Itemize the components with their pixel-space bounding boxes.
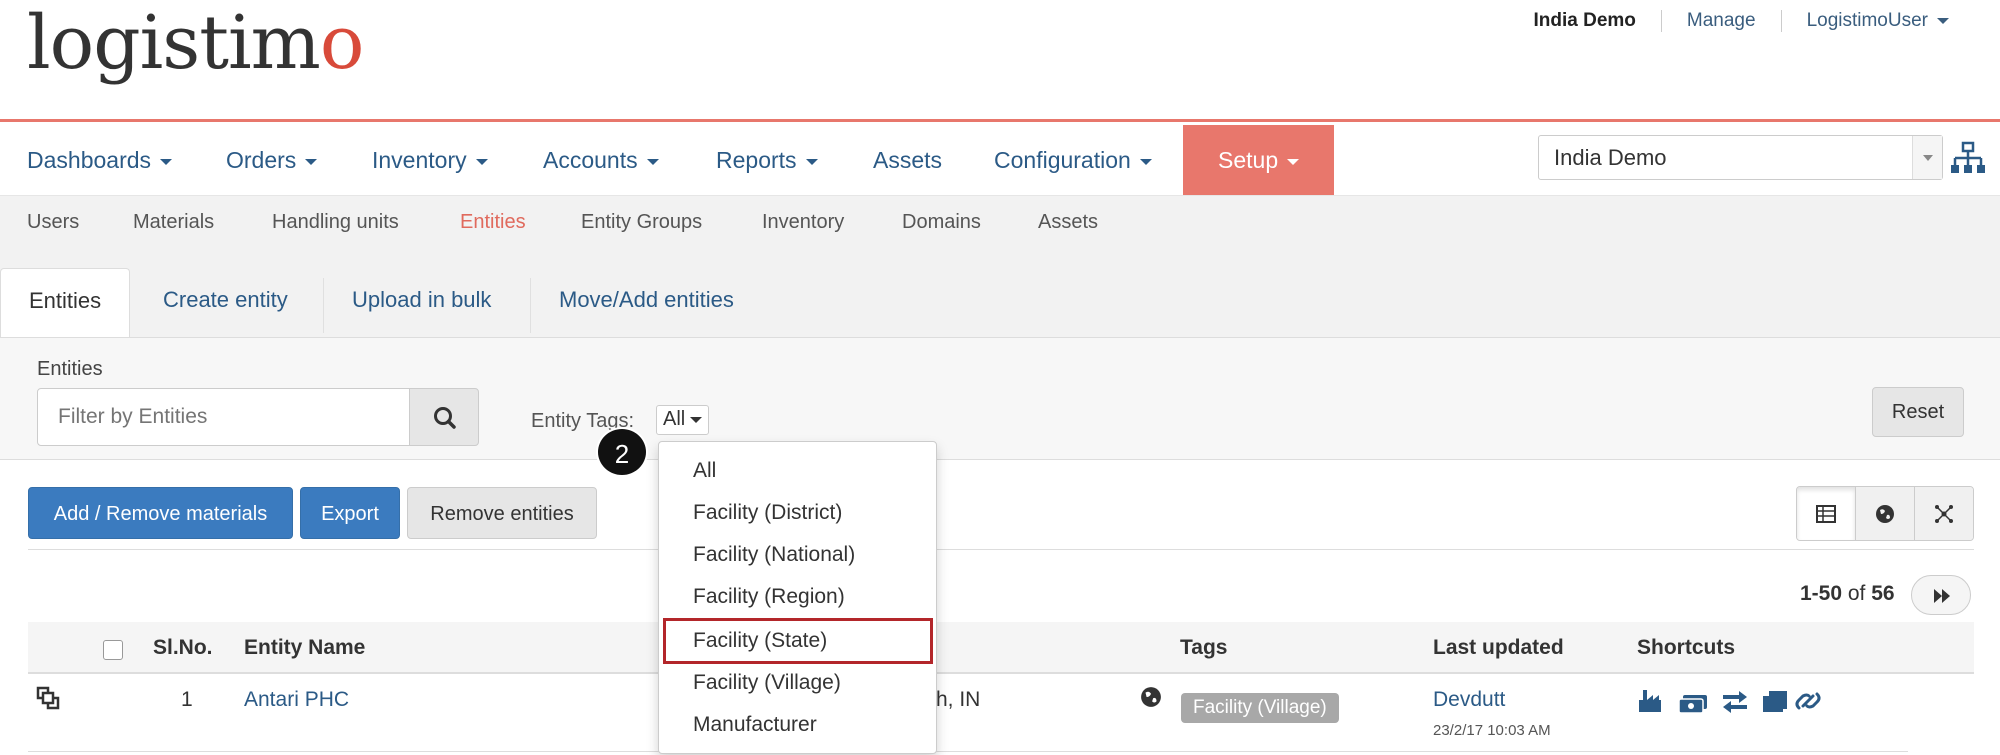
manage-link[interactable]: Manage bbox=[1660, 10, 1781, 32]
chevron-down-icon bbox=[305, 158, 318, 165]
tab-entities[interactable]: Entities bbox=[0, 268, 131, 338]
user-menu[interactable]: LogistimoUser bbox=[1780, 10, 1974, 32]
globe-icon[interactable] bbox=[1140, 686, 1162, 708]
filter-panel: Entities Entity Tags: All Reset bbox=[0, 337, 2000, 460]
nav-assets[interactable]: Assets bbox=[873, 125, 942, 195]
menu-item-facility-region[interactable]: Facility (Region) bbox=[659, 576, 936, 618]
factory-icon[interactable] bbox=[1639, 690, 1661, 712]
relationships-icon[interactable] bbox=[36, 686, 62, 712]
money-icon[interactable] bbox=[1678, 695, 1707, 714]
nav-inventory[interactable]: Inventory bbox=[372, 125, 488, 195]
next-page-button[interactable] bbox=[1911, 575, 1971, 615]
filter-label: Entities bbox=[37, 358, 103, 380]
reset-button[interactable]: Reset bbox=[1872, 387, 1964, 437]
tabs-bar: Entities Create entity Upload in bulk Mo… bbox=[0, 248, 2000, 338]
network-icon bbox=[1935, 504, 1953, 523]
subnav-handling-units[interactable]: Handling units bbox=[272, 196, 399, 249]
subnav-entities[interactable]: Entities bbox=[460, 196, 526, 249]
chevron-down-icon bbox=[1139, 158, 1152, 165]
chevron-down-icon bbox=[1937, 17, 1949, 24]
tab-upload-bulk[interactable]: Upload in bulk bbox=[352, 268, 491, 338]
subnav-materials[interactable]: Materials bbox=[133, 196, 214, 249]
menu-item-facility-village[interactable]: Facility (Village) bbox=[659, 662, 936, 704]
chevron-down-icon bbox=[690, 416, 703, 423]
fast-forward-icon bbox=[1934, 589, 1950, 603]
nav-orders[interactable]: Orders bbox=[226, 125, 318, 195]
entity-tags-menu: All Facility (District) Facility (Nation… bbox=[658, 441, 937, 754]
map-view-button[interactable] bbox=[1855, 487, 1914, 540]
entity-location: h, IN bbox=[936, 688, 981, 711]
remove-entities-button[interactable]: Remove entities bbox=[407, 487, 597, 539]
nav-configuration[interactable]: Configuration bbox=[994, 125, 1152, 195]
step-number-badge: 2 bbox=[596, 427, 648, 477]
subnav-domains[interactable]: Domains bbox=[902, 196, 981, 249]
entity-filter-input[interactable] bbox=[37, 388, 410, 446]
menu-item-facility-national[interactable]: Facility (National) bbox=[659, 534, 936, 576]
search-button[interactable] bbox=[409, 388, 479, 446]
col-entity-name[interactable]: Entity Name bbox=[244, 622, 365, 674]
shortcut-icons bbox=[1639, 690, 1821, 714]
nav-setup[interactable]: Setup bbox=[1183, 125, 1335, 195]
chevron-down-icon bbox=[160, 158, 173, 165]
globe-icon bbox=[1876, 504, 1894, 523]
chevron-down-icon bbox=[646, 158, 659, 165]
menu-item-manufacturer[interactable]: Manufacturer bbox=[659, 704, 936, 746]
link-icon[interactable] bbox=[1795, 692, 1821, 710]
search-icon bbox=[434, 407, 456, 429]
top-links: India Demo Manage LogistimoUser bbox=[1508, 10, 1974, 32]
sub-nav: Users Materials Handling units Entities … bbox=[0, 195, 2000, 248]
subnav-entity-groups[interactable]: Entity Groups bbox=[581, 196, 702, 249]
nav-reports[interactable]: Reports bbox=[716, 125, 818, 195]
tab-divider bbox=[530, 278, 531, 333]
col-sl-no: Sl.No. bbox=[153, 636, 213, 659]
select-all-checkbox[interactable] bbox=[103, 640, 123, 660]
nav-accounts[interactable]: Accounts bbox=[543, 125, 659, 195]
stock-icon[interactable] bbox=[1763, 691, 1787, 712]
table-view-button[interactable] bbox=[1797, 487, 1855, 540]
updated-by-link[interactable]: Devdutt bbox=[1433, 688, 1505, 712]
updated-at: 23/2/17 10:03 AM bbox=[1433, 722, 1551, 739]
export-button[interactable]: Export bbox=[300, 487, 400, 539]
hierarchy-icon[interactable] bbox=[1950, 140, 1986, 176]
chevron-down-icon bbox=[805, 158, 818, 165]
menu-item-facility-district[interactable]: Facility (District) bbox=[659, 492, 936, 534]
entity-tag-badge: Facility (Village) bbox=[1181, 693, 1339, 723]
subnav-assets[interactable]: Assets bbox=[1038, 196, 1098, 249]
logo: logistimo bbox=[27, 0, 364, 86]
select-arrow-icon bbox=[1912, 136, 1942, 179]
row-sl-no: 1 bbox=[181, 688, 193, 711]
entity-tags-dropdown[interactable]: All bbox=[656, 405, 710, 435]
subnav-inventory[interactable]: Inventory bbox=[762, 196, 844, 249]
menu-item-all[interactable]: All bbox=[659, 450, 936, 492]
divider bbox=[28, 549, 1974, 550]
col-last-updated[interactable]: Last updated bbox=[1433, 622, 1564, 674]
nav-dashboards[interactable]: Dashboards bbox=[27, 125, 173, 195]
table-icon bbox=[1816, 504, 1836, 523]
menu-item-facility-state[interactable]: Facility (State) bbox=[663, 618, 933, 664]
view-toggle-group bbox=[1796, 486, 1974, 541]
entity-name-link[interactable]: Antari PHC bbox=[244, 688, 349, 712]
pagination-info: 1-50 of 56 bbox=[1800, 582, 1895, 605]
tab-create-entity[interactable]: Create entity bbox=[163, 268, 288, 338]
tab-move-add-entities[interactable]: Move/Add entities bbox=[559, 268, 734, 338]
chevron-down-icon bbox=[475, 158, 488, 165]
tab-divider bbox=[323, 278, 324, 333]
add-remove-materials-button[interactable]: Add / Remove materials bbox=[28, 487, 293, 539]
domain-name-link[interactable]: India Demo bbox=[1508, 10, 1660, 32]
subnav-users[interactable]: Users bbox=[27, 196, 79, 249]
chevron-down-icon bbox=[1287, 158, 1300, 165]
transfer-icon[interactable] bbox=[1723, 691, 1747, 713]
col-shortcuts: Shortcuts bbox=[1637, 636, 1736, 659]
col-tags: Tags bbox=[1180, 636, 1228, 659]
table-header: Sl.No. Entity Name Tags Last updated Sho… bbox=[28, 622, 1974, 674]
table-row: 1 Antari PHC h, IN Devdutt 23/2/17 10:03… bbox=[28, 676, 1908, 752]
network-view-button[interactable] bbox=[1914, 487, 1973, 540]
app-header: logistimo India Demo Manage LogistimoUse… bbox=[0, 0, 2000, 122]
domain-select[interactable]: India Demo bbox=[1538, 135, 1943, 180]
